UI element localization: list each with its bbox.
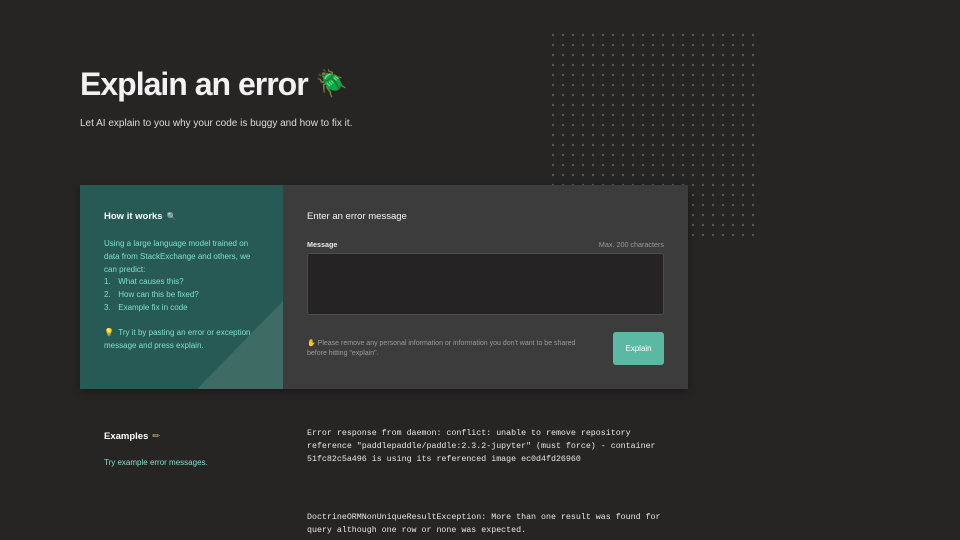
example-error-message[interactable]: DoctrineORMNonUniqueResultException: Mor…: [307, 512, 677, 538]
page-title-text: Explain an error: [80, 66, 309, 102]
privacy-note: ✋ Please remove any personal information…: [307, 338, 597, 360]
examples-section: Examples ✏ Try example error messages.: [104, 431, 208, 467]
lightbulb-icon: 💡: [104, 327, 114, 337]
message-input[interactable]: [307, 253, 664, 315]
how-it-works-tip: 💡 Try it by pasting an error or exceptio…: [104, 327, 259, 353]
example-messages-link[interactable]: Try example error messages.: [104, 458, 208, 467]
form-title: Enter an error message: [307, 211, 407, 222]
tip-text: Try it by pasting an error or exception …: [104, 327, 251, 350]
form-actions: ✋ Please remove any personal information…: [307, 332, 664, 365]
page-title: Explain an error 🪲: [80, 64, 352, 104]
message-label-row: Message Max. 200 characters: [307, 240, 664, 249]
error-form-panel: Enter an error message Message Max. 200 …: [283, 185, 688, 389]
privacy-note-text: Please remove any personal information o…: [307, 339, 576, 358]
max-characters-hint: Max. 200 characters: [598, 240, 664, 249]
step-item: 1. What causes this?: [104, 277, 184, 287]
message-label: Message: [307, 240, 338, 249]
magnifier-icon: 🔍: [166, 212, 177, 221]
examples-title: Examples: [104, 431, 149, 442]
page-subtitle: Let AI explain to you why your code is b…: [80, 118, 353, 129]
how-it-works-description: Using a large language model trained on …: [104, 239, 251, 274]
how-it-works-heading: How it works 🔍: [104, 211, 259, 222]
bug-icon: 🪲: [315, 69, 348, 99]
raised-hand-icon: ✋: [307, 338, 316, 347]
examples-heading: Examples ✏: [104, 431, 208, 442]
example-error-message[interactable]: Error response from daemon: conflict: un…: [307, 428, 677, 466]
explain-button[interactable]: Explain: [613, 332, 664, 365]
pencil-icon: ✏: [152, 431, 161, 442]
how-it-works-panel: How it works 🔍 Using a large language mo…: [80, 185, 283, 389]
hero: Explain an error 🪲 Let AI explain to you…: [80, 64, 352, 129]
how-it-works-title: How it works: [104, 211, 163, 222]
explain-card: How it works 🔍 Using a large language mo…: [80, 185, 688, 389]
